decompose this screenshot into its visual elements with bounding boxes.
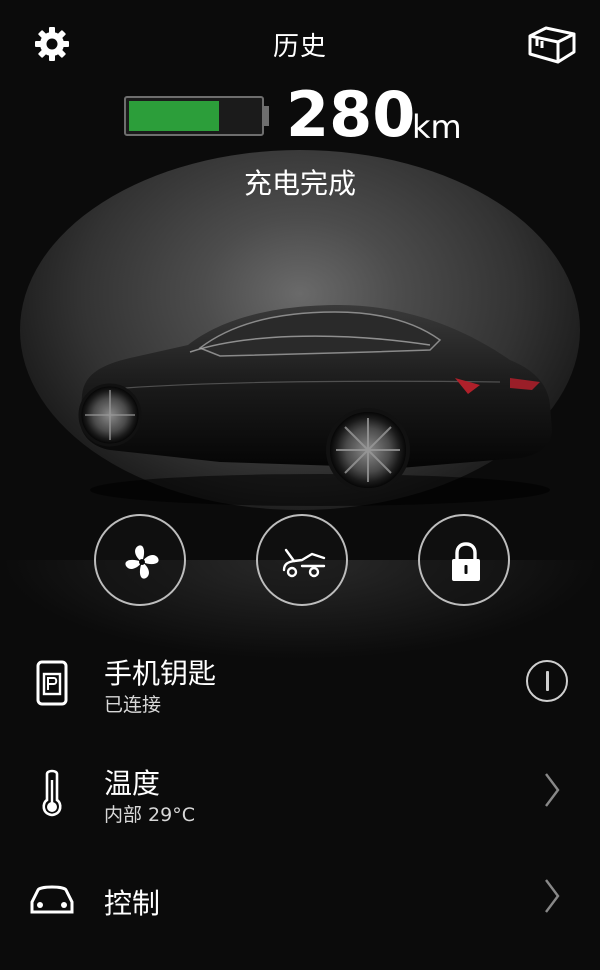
range-value: 280 (286, 78, 416, 151)
top-bar: 历史 (0, 0, 600, 86)
thermometer-icon (42, 769, 62, 817)
climate-title: 温度 (104, 767, 161, 800)
charge-status: 充电完成 (243, 167, 356, 200)
climate-interior-temp: 内部 29°C (104, 804, 195, 826)
chevron-right-icon (545, 879, 560, 913)
car-image (78, 305, 552, 506)
battery-gauge (124, 96, 264, 136)
list-item-phone-key[interactable]: 手机钥匙 已连接 (0, 640, 600, 740)
lock-button[interactable] (418, 514, 510, 606)
car-icon (30, 885, 74, 914)
page-title[interactable]: 历史 (0, 26, 600, 63)
phone-key-title: 手机钥匙 (104, 657, 217, 690)
trunk-button[interactable] (256, 514, 348, 606)
fan-button[interactable] (94, 514, 186, 606)
battery-terminal (264, 106, 269, 126)
phone-key-status: 已连接 (104, 694, 162, 716)
fan-icon (125, 545, 159, 579)
lock-icon (452, 542, 480, 581)
chevron-right-icon (545, 773, 560, 807)
info-icon[interactable] (526, 660, 568, 702)
list-item-controls[interactable]: 控制 (0, 870, 600, 970)
range-unit: km (412, 108, 462, 146)
battery-level-fill (129, 101, 219, 131)
package-icon[interactable] (526, 22, 578, 68)
frunk-icon (282, 548, 326, 578)
phone-key-icon (36, 660, 68, 706)
list-item-climate[interactable]: 温度 内部 29°C (0, 756, 600, 856)
controls-title: 控制 (104, 887, 161, 920)
